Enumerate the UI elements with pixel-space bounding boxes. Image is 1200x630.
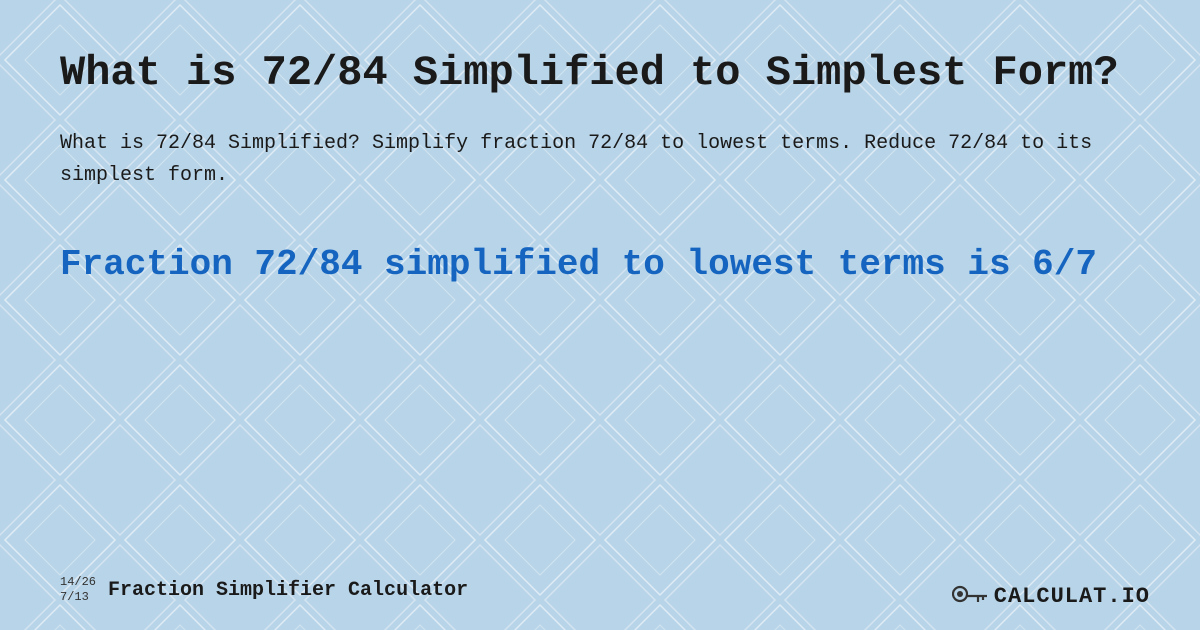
footer: 14/26 7/13 Fraction Simplifier Calculato… — [60, 575, 468, 606]
logo-text: CALCULAT.IO — [994, 584, 1150, 609]
footer-label: Fraction Simplifier Calculator — [108, 579, 468, 602]
footer-fraction-top: 14/26 — [60, 575, 96, 591]
footer-fraction-bottom: 7/13 — [60, 590, 96, 606]
result-heading: Fraction 72/84 simplified to lowest term… — [60, 242, 1140, 289]
page-title: What is 72/84 Simplified to Simplest For… — [60, 48, 1140, 98]
footer-fractions: 14/26 7/13 — [60, 575, 96, 606]
footer-logo: CALCULAT.IO — [952, 582, 1150, 610]
page-description: What is 72/84 Simplified? Simplify fract… — [60, 128, 1140, 192]
key-icon — [952, 582, 988, 610]
